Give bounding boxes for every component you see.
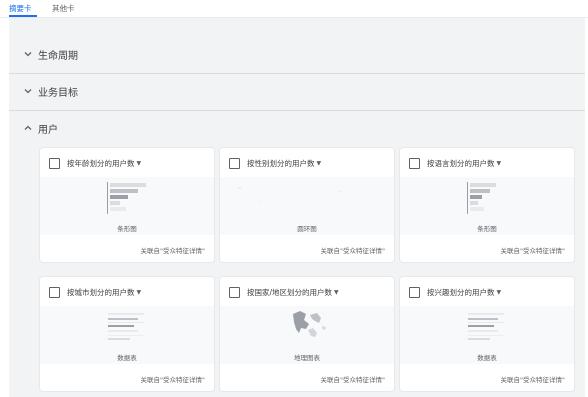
section-lifecycle[interactable]: 生命周期 — [9, 36, 585, 73]
chevron-down-icon — [24, 52, 32, 57]
card-checkbox[interactable] — [409, 158, 420, 169]
card-preview: 条形图 — [40, 177, 214, 235]
card-users-by-age[interactable]: 按年龄划分的用户数 ▼ 条形图 关联自"受众特征详情" — [40, 148, 214, 262]
card-title: 按城市划分的用户数 — [67, 288, 135, 297]
card-title: 按性别划分的用户数 — [247, 159, 315, 168]
section-title: 用户 — [38, 125, 58, 136]
association-text: 关联自"受众特征详情" — [320, 376, 385, 384]
card-title: 按语言划分的用户数 — [427, 159, 495, 168]
card-title: 按国家/地区划分的用户数 — [247, 288, 333, 297]
dropdown-caret-icon[interactable]: ▼ — [334, 289, 339, 296]
watermark-text: 优维读者宝 — [498, 364, 558, 377]
association-text: 关联自"受众特征详情" — [140, 376, 205, 384]
tab-summary-cards[interactable]: 摘要卡 — [9, 3, 32, 14]
chevron-down-icon — [24, 89, 32, 94]
association-text: 关联自"受众特征详情" — [140, 247, 205, 255]
card-checkbox[interactable] — [409, 287, 420, 298]
card-checkbox[interactable] — [229, 287, 240, 298]
card-checkbox[interactable] — [229, 158, 240, 169]
preview-type-label: 数据表 — [117, 354, 137, 362]
chevron-up-icon — [24, 125, 32, 130]
card-preview: 地理图表 — [220, 306, 394, 364]
dropdown-caret-icon[interactable]: ▼ — [497, 289, 502, 296]
card-title: 按兴趣划分的用户数 — [427, 288, 495, 297]
section-title: 生命周期 — [38, 51, 78, 62]
card-users-by-city[interactable]: 按城市划分的用户数 ▼ 数据表 关联自"受众特征详情" — [40, 277, 214, 391]
dropdown-caret-icon[interactable]: ▼ — [497, 160, 502, 167]
preview-type-label: 条形图 — [117, 225, 137, 233]
card-checkbox[interactable] — [49, 158, 60, 169]
dropdown-caret-icon[interactable]: ▼ — [137, 289, 142, 296]
card-preview: 数据表 — [400, 306, 574, 364]
card-gallery-panel: 生命周期 业务目标 用户 按年龄划分的用户数▼ 条形图 关联自"受众特征详情" — [9, 18, 585, 397]
tab-other-cards[interactable]: 其他卡 — [52, 3, 75, 14]
preview-type-label: 圆环图 — [297, 225, 317, 233]
card-users-by-language[interactable]: 按语言划分的用户数 ▼ 条形图 关联自"受众特征详情" — [400, 148, 574, 262]
preview-type-label: 条形图 — [477, 225, 497, 233]
preview-type-label: 数据表 — [477, 354, 497, 362]
card-title: 按年龄划分的用户数 — [67, 159, 135, 168]
dropdown-caret-icon[interactable]: ▼ — [317, 160, 322, 167]
card-users-by-country[interactable]: 按国家/地区划分的用户数 ▼ 地理图表 关联自"受众特征详情" — [220, 277, 394, 391]
card-preview: 数据表 — [40, 306, 214, 364]
tab-bar: 摘要卡 其他卡 — [0, 0, 588, 17]
card-checkbox[interactable] — [49, 287, 60, 298]
card-preview: 圆环图 — [220, 177, 394, 235]
association-text: 关联自"受众特征详情" — [320, 247, 385, 255]
section-business-goals[interactable]: 业务目标 — [9, 73, 585, 110]
section-users[interactable]: 用户 — [9, 110, 585, 147]
association-text: 关联自"受众特征详情" — [500, 247, 565, 255]
dropdown-caret-icon[interactable]: ▼ — [137, 160, 142, 167]
card-preview: 条形图 — [400, 177, 574, 235]
preview-type-label: 地理图表 — [294, 354, 320, 362]
section-title: 业务目标 — [38, 88, 78, 99]
card-users-by-gender[interactable]: 按性别划分的用户数 ▼ 圆环图 关联自"受众特征详情" — [220, 148, 394, 262]
